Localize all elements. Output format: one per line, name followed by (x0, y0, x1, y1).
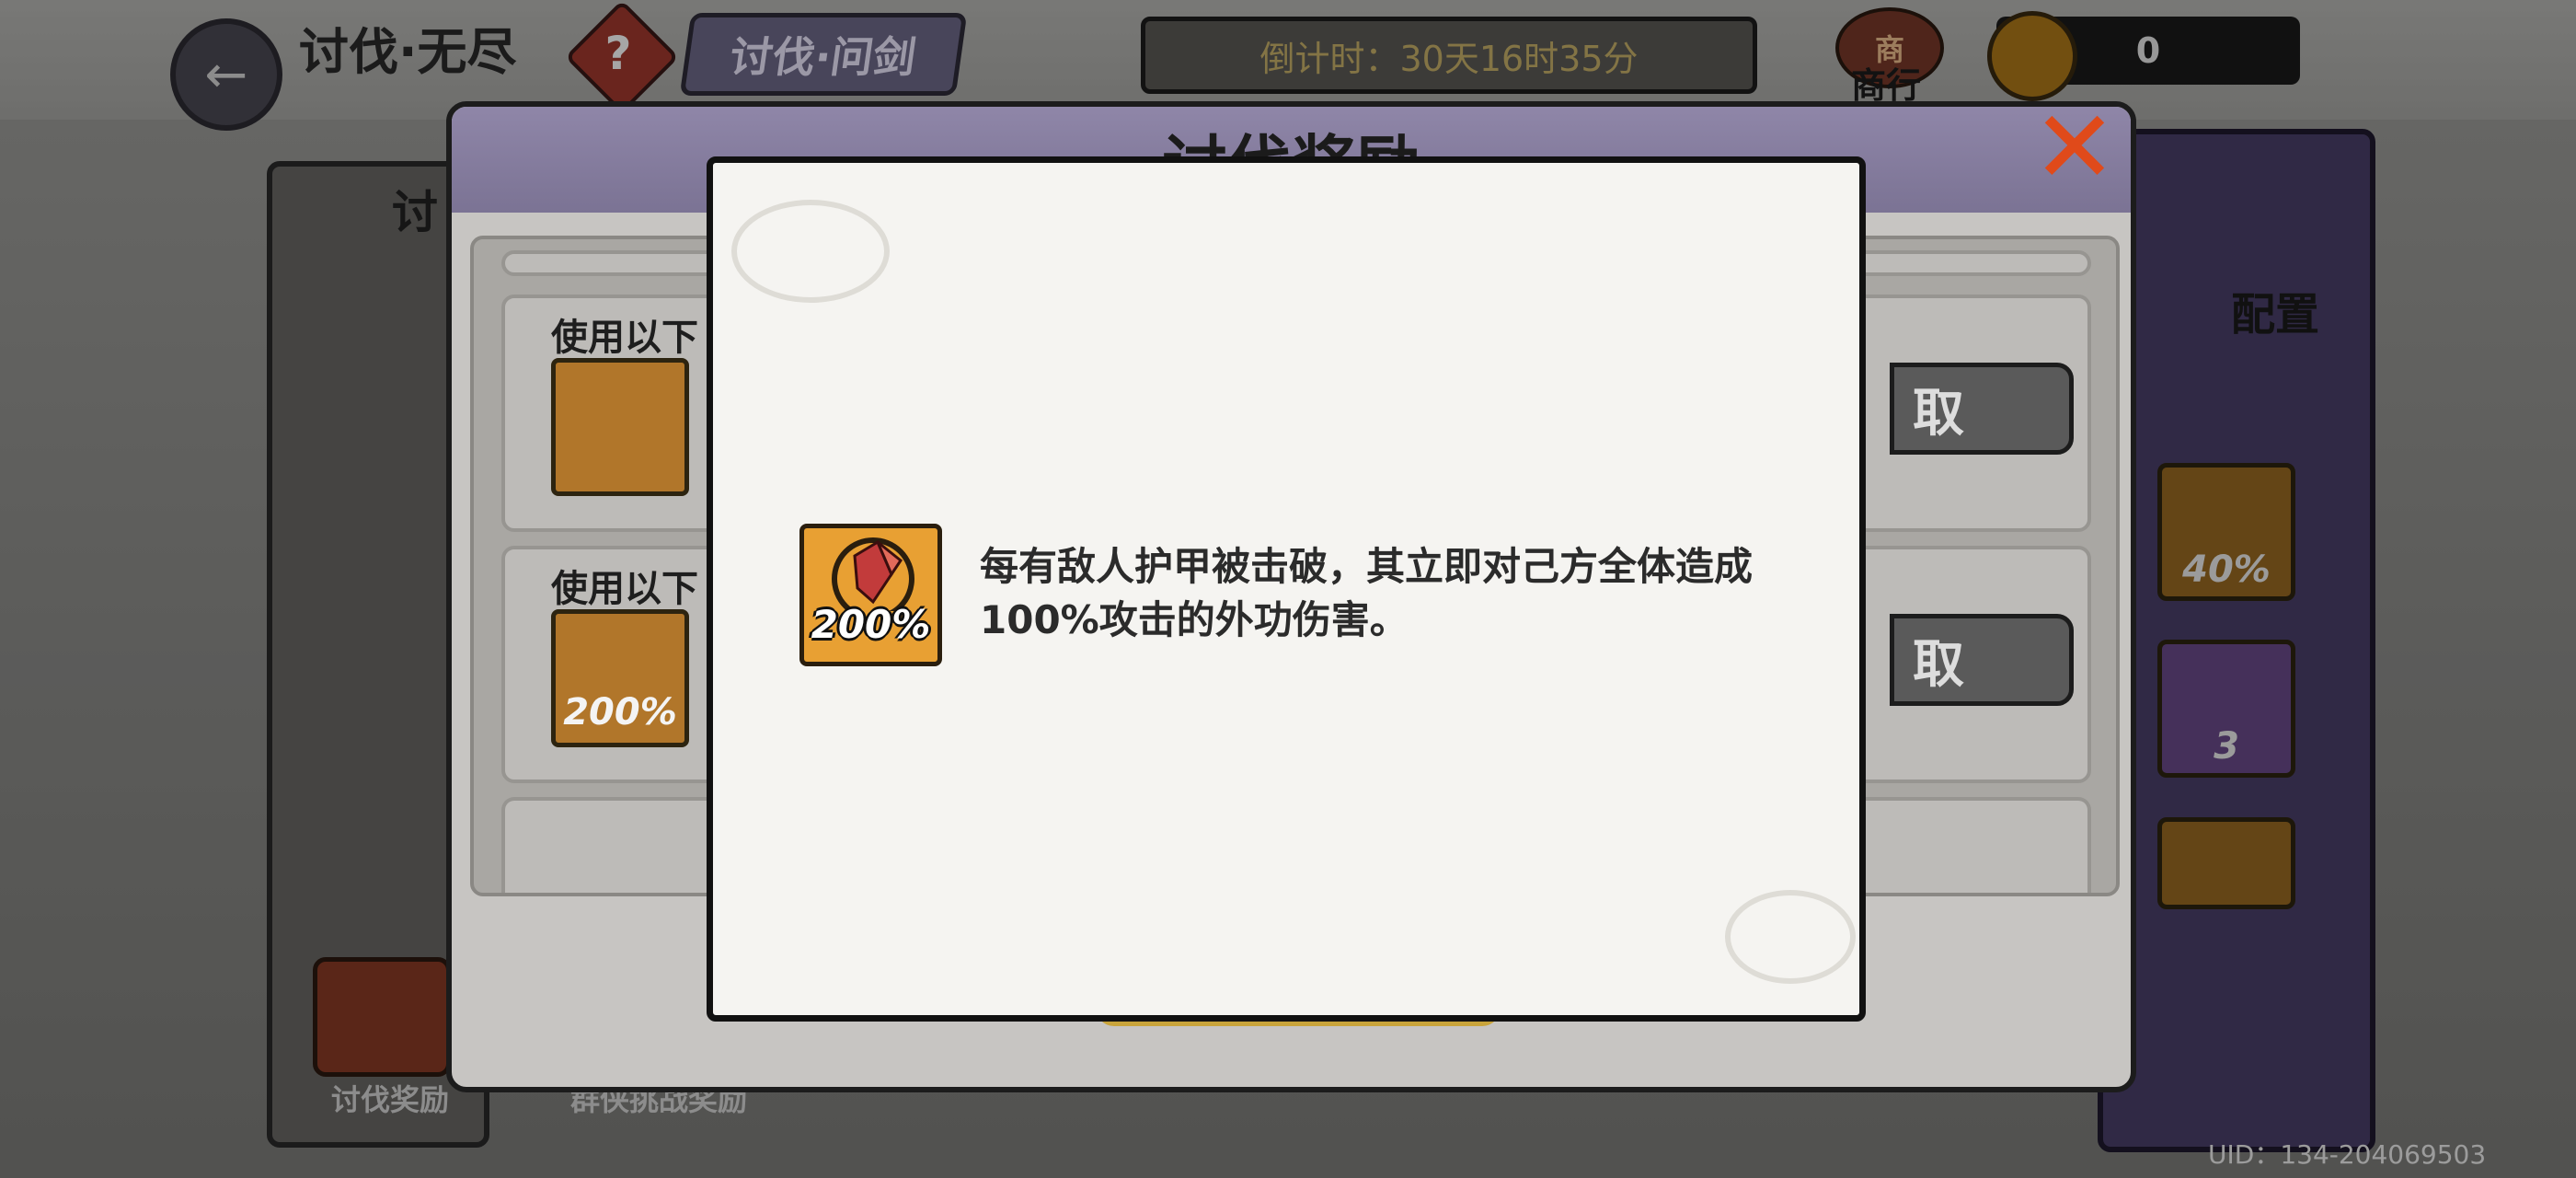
skill-description: 每有敌人护甲被击破，其立即对己方全体造成100%攻击的外功伤害。 (980, 544, 1754, 642)
crystal-shard-icon (832, 537, 914, 611)
skill-tooltip: 200% 每有敌人护甲被击破，其立即对己方全体造成100%攻击的外功伤害。 (707, 156, 1866, 1022)
reward-condition-label: 使用以下 (551, 317, 698, 359)
claim-button[interactable]: 取 (1890, 614, 2074, 706)
cloud-decoration (731, 200, 890, 303)
cloud-decoration (1725, 890, 1856, 984)
claim-button[interactable]: 取 (1890, 363, 2074, 455)
skill-icon: 200% (799, 524, 942, 666)
close-x-icon[interactable]: ✕ (2032, 97, 2117, 198)
reward-condition-label: 使用以下 (551, 568, 698, 610)
reward-item-icon[interactable]: 200% (551, 609, 689, 747)
skill-icon-value: 200% (811, 602, 931, 647)
reward-item-icon[interactable] (551, 358, 689, 496)
